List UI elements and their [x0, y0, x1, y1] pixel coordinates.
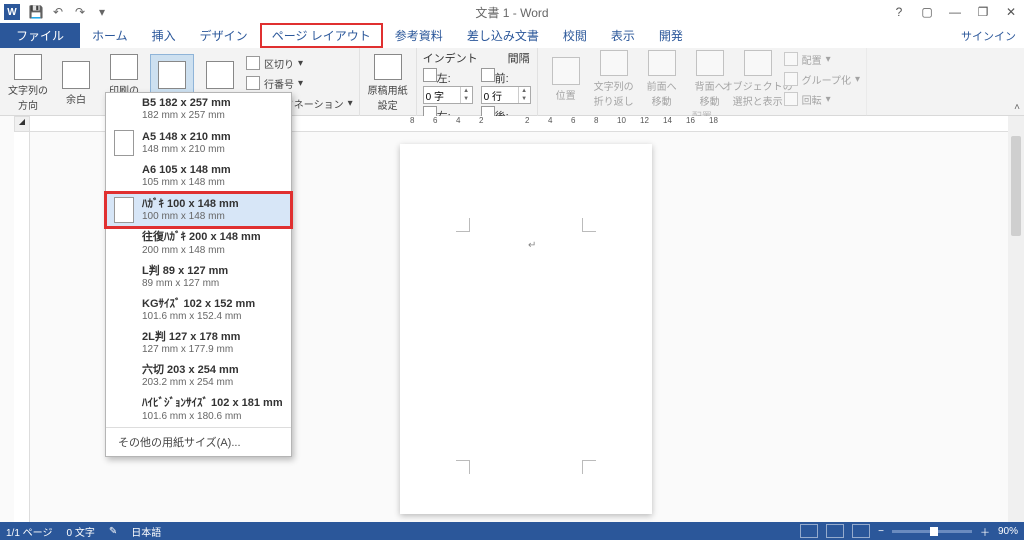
space-before-icon: [481, 68, 495, 82]
margin-corner-bl: [456, 460, 470, 474]
quick-access-toolbar: 💾 ↶ ↷ ▾: [24, 4, 110, 20]
text-direction-button[interactable]: 文字列の 方向: [6, 54, 50, 112]
size-option[interactable]: 往復ﾊｶﾞｷ 200 x 148 mm200 mm x 148 mm: [106, 227, 291, 260]
group-arrange: 位置 文字列の 折り返し 前面へ 移動 背面へ 移動 オブジェクトの 選択と表示…: [538, 48, 867, 116]
margin-corner-tr: [582, 218, 596, 232]
breaks-button[interactable]: 区切り▾: [246, 54, 353, 72]
window-title: 文書 1 - Word: [0, 4, 1024, 21]
minimize-icon[interactable]: —: [942, 2, 968, 22]
scrollbar-thumb[interactable]: [1011, 136, 1021, 236]
margin-corner-br: [582, 460, 596, 474]
line-numbers-button[interactable]: 行番号▾: [246, 74, 353, 92]
group-paragraph: インデント 間隔 左: ▲▼ 前: ▲▼ 右: ▲▼ 後: ▲▼ 段落: [417, 48, 538, 116]
size-option[interactable]: 六切 203 x 254 mm203.2 mm x 254 mm: [106, 360, 291, 393]
collapse-ribbon-icon[interactable]: ˄: [1014, 102, 1020, 113]
view-read-button[interactable]: [800, 524, 818, 538]
zoom-level[interactable]: 90%: [998, 526, 1018, 537]
view-print-button[interactable]: [826, 524, 844, 538]
undo-icon[interactable]: ↶: [50, 4, 66, 20]
size-option[interactable]: ﾊｲﾋﾞｼﾞｮﾝｻｲｽﾞ 102 x 181 mm101.6 mm x 180.…: [106, 393, 291, 426]
vertical-ruler[interactable]: [14, 132, 30, 522]
document-page[interactable]: ↵: [400, 144, 652, 514]
tab-file[interactable]: ファイル: [0, 23, 80, 48]
tab-home[interactable]: ホーム: [80, 23, 140, 48]
status-bar: 1/1 ページ 0 文字 ✎ 日本語 − ＋ 90%: [0, 522, 1024, 540]
selection-pane-button[interactable]: オブジェクトの 選択と表示: [736, 50, 780, 108]
align-button[interactable]: 配置▾: [784, 50, 860, 68]
page-count[interactable]: 1/1 ページ: [6, 524, 52, 539]
group-icon: [784, 72, 798, 86]
page-size-dropdown: B5 182 x 257 mm182 mm x 257 mmA5 148 x 2…: [105, 92, 292, 457]
rotate-button[interactable]: 回転▾: [784, 90, 860, 108]
margin-corner-tl: [456, 218, 470, 232]
paragraph-mark-icon: ↵: [528, 240, 536, 251]
bring-forward-button[interactable]: 前面へ 移動: [640, 50, 684, 108]
indent-left-input[interactable]: ▲▼: [423, 86, 473, 104]
line-num-icon: [246, 76, 260, 90]
zoom-slider[interactable]: [892, 530, 972, 533]
ribbon-tabs: ファイル ホーム 挿入 デザイン ページ レイアウト 参考資料 差し込み文書 校…: [0, 24, 1024, 48]
group-genko: 原稿用紙 設定: [360, 48, 417, 116]
tab-insert[interactable]: 挿入: [140, 23, 188, 48]
tab-mailings[interactable]: 差し込み文書: [455, 23, 551, 48]
spacing-label: 間隔: [508, 50, 530, 66]
genko-paper-button[interactable]: 原稿用紙 設定: [366, 54, 410, 112]
vertical-scrollbar[interactable]: [1008, 116, 1024, 522]
align-icon: [784, 52, 798, 66]
window-controls: ? ▢ — ❐ ✕: [886, 0, 1024, 24]
group-objects-button[interactable]: グループ化▾: [784, 70, 860, 88]
tab-design[interactable]: デザイン: [188, 23, 260, 48]
tab-page-layout[interactable]: ページ レイアウト: [260, 23, 383, 48]
view-web-button[interactable]: [852, 524, 870, 538]
ribbon-options-icon[interactable]: ▢: [914, 2, 940, 22]
word-count[interactable]: 0 文字: [66, 524, 94, 539]
size-option[interactable]: A6 105 x 148 mm105 mm x 148 mm: [106, 160, 291, 193]
proofing-icon[interactable]: ✎: [109, 526, 117, 537]
rotate-icon: [784, 92, 798, 106]
page-thumb-icon: [114, 130, 134, 156]
margins-button[interactable]: 余白: [54, 54, 98, 112]
zoom-in-button[interactable]: ＋: [980, 524, 990, 539]
page-thumb-icon: [114, 197, 134, 223]
app-icon: W: [4, 4, 20, 20]
redo-icon[interactable]: ↷: [72, 4, 88, 20]
size-option[interactable]: A5 148 x 210 mm148 mm x 210 mm: [106, 126, 291, 160]
save-icon[interactable]: 💾: [28, 4, 44, 20]
sign-in-link[interactable]: サインイン: [961, 28, 1016, 44]
size-option[interactable]: KGｻｲｽﾞ 102 x 152 mm101.6 mm x 152.4 mm: [106, 294, 291, 327]
tab-review[interactable]: 校閲: [551, 23, 599, 48]
language-status[interactable]: 日本語: [131, 524, 161, 539]
wrap-text-button[interactable]: 文字列の 折り返し: [592, 50, 636, 108]
space-before-input[interactable]: ▲▼: [481, 86, 531, 104]
more-paper-sizes[interactable]: その他の用紙サイズ(A)...: [106, 427, 291, 456]
ruler-corner: ◢: [14, 116, 30, 132]
qat-more-icon[interactable]: ▾: [94, 4, 110, 20]
size-option[interactable]: L判 89 x 127 mm89 mm x 127 mm: [106, 261, 291, 294]
size-option[interactable]: 2L判 127 x 178 mm127 mm x 177.9 mm: [106, 327, 291, 360]
close-icon[interactable]: ✕: [998, 2, 1024, 22]
size-option[interactable]: B5 182 x 257 mm182 mm x 257 mm: [106, 93, 291, 126]
size-option[interactable]: ﾊｶﾞｷ 100 x 148 mm100 mm x 148 mm: [106, 193, 291, 227]
indent-left-icon: [423, 68, 437, 82]
indent-label: インデント: [423, 50, 478, 66]
breaks-icon: [246, 56, 260, 70]
help-icon[interactable]: ?: [886, 2, 912, 22]
title-bar: W 💾 ↶ ↷ ▾ 文書 1 - Word ? ▢ — ❐ ✕: [0, 0, 1024, 24]
zoom-out-button[interactable]: −: [878, 526, 884, 537]
tab-references[interactable]: 参考資料: [383, 23, 455, 48]
position-button[interactable]: 位置: [544, 50, 588, 108]
tab-developer[interactable]: 開発: [647, 23, 695, 48]
maximize-icon[interactable]: ❐: [970, 2, 996, 22]
tab-view[interactable]: 表示: [599, 23, 647, 48]
